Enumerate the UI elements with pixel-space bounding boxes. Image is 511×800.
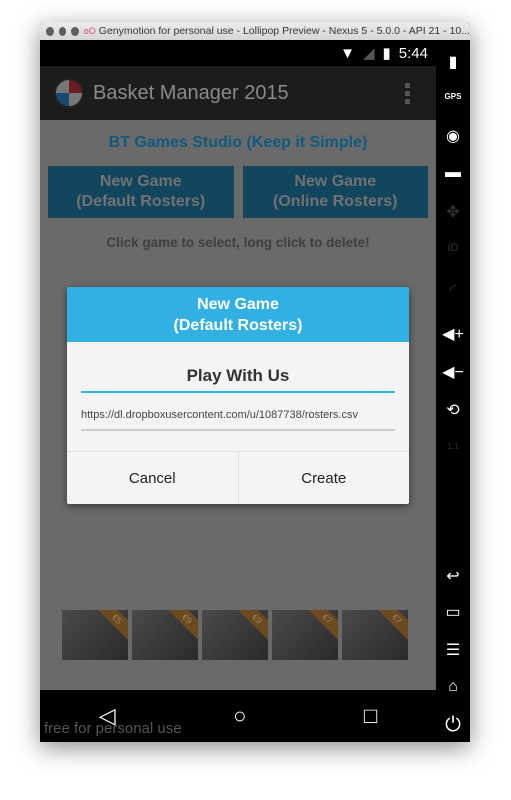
wifi-icon: ▼ xyxy=(340,44,355,62)
status-bar: ▼ ◢ ▮ 5:44 xyxy=(40,40,436,66)
power-icon[interactable]: ⏻ xyxy=(436,714,470,737)
device-screen: ▼ ◢ ▮ 5:44 Basket Manager 2015 BT Games … xyxy=(40,40,436,690)
rosters-url-input[interactable]: https://dl.dropboxusercontent.com/u/1087… xyxy=(81,409,395,431)
id-icon[interactable]: ID xyxy=(436,242,470,254)
volume-up-icon[interactable]: ◀+ xyxy=(436,324,470,344)
app-bar: Basket Manager 2015 xyxy=(40,66,436,120)
new-game-default-button[interactable]: New Game (Default Rosters) xyxy=(48,166,234,218)
home-icon[interactable]: ○ xyxy=(233,703,246,729)
home-icon[interactable]: ⌂ xyxy=(436,678,470,696)
rss-icon[interactable]: ◜ xyxy=(436,280,470,300)
rotate-icon[interactable]: ⟲ xyxy=(436,400,470,420)
ad-banner[interactable]: €5 €9 €9 €7 €7 xyxy=(62,610,408,660)
window-title: Genymotion for personal use - Lollipop P… xyxy=(98,25,470,37)
volume-down-icon[interactable]: ◀− xyxy=(436,362,470,382)
battery-charging-icon: ▮ xyxy=(382,45,391,62)
battery-icon[interactable]: ▮ xyxy=(436,52,470,72)
dialog-title: New Game (Default Rosters) xyxy=(67,287,409,342)
ad-item[interactable]: €5 xyxy=(62,610,128,660)
new-game-online-button[interactable]: New Game (Online Rosters) xyxy=(242,166,428,218)
new-game-dialog: New Game (Default Rosters) Play With Us … xyxy=(67,287,409,504)
close-button[interactable] xyxy=(46,26,54,36)
recent-apps-icon[interactable]: ▭ xyxy=(436,602,470,622)
studio-title: BT Games Studio (Keep it Simple) xyxy=(108,134,368,151)
menu-icon[interactable]: ☰ xyxy=(436,640,470,660)
ad-item[interactable]: €7 xyxy=(342,610,408,660)
webcam-icon[interactable]: ◉ xyxy=(436,126,470,146)
title-bar: oO Genymotion for personal use - Lollipo… xyxy=(40,22,470,40)
gps-icon[interactable]: GPS xyxy=(436,92,470,101)
cancel-button[interactable]: Cancel xyxy=(67,452,238,504)
scale-icon[interactable]: 1:1 xyxy=(436,442,470,451)
watermark: free for personal use xyxy=(44,720,182,737)
recents-icon[interactable]: □ xyxy=(364,703,377,729)
app-title: Basket Manager 2015 xyxy=(93,81,289,104)
minimize-button[interactable] xyxy=(58,26,67,36)
back-icon[interactable]: ↩ xyxy=(436,566,470,586)
dpad-icon[interactable]: ✥ xyxy=(436,202,470,222)
create-button[interactable]: Create xyxy=(237,452,410,504)
hint-text: Click game to select, long click to dele… xyxy=(106,235,370,250)
overflow-menu-icon[interactable] xyxy=(405,82,410,104)
game-name-input[interactable]: Play With Us xyxy=(81,366,395,393)
ad-item[interactable]: €9 xyxy=(202,610,268,660)
signal-icon: ◢ xyxy=(362,45,375,62)
media-icon[interactable]: ▬ xyxy=(436,164,470,182)
basketball-logo-icon xyxy=(54,78,84,108)
ad-item[interactable]: €7 xyxy=(272,610,338,660)
ad-item[interactable]: €9 xyxy=(132,610,198,660)
zoom-button[interactable] xyxy=(71,26,79,36)
clock: 5:44 xyxy=(398,44,428,62)
genymotion-logo-icon: oO xyxy=(83,26,96,36)
emulator-sidebar: ▮ GPS ◉ ▬ ✥ ID ◜ ◀+ ◀− ⟲ 1:1 ↩ ▭ ☰ ⌂ ⏻ xyxy=(436,40,470,742)
emulator-window: oO Genymotion for personal use - Lollipo… xyxy=(40,22,470,742)
